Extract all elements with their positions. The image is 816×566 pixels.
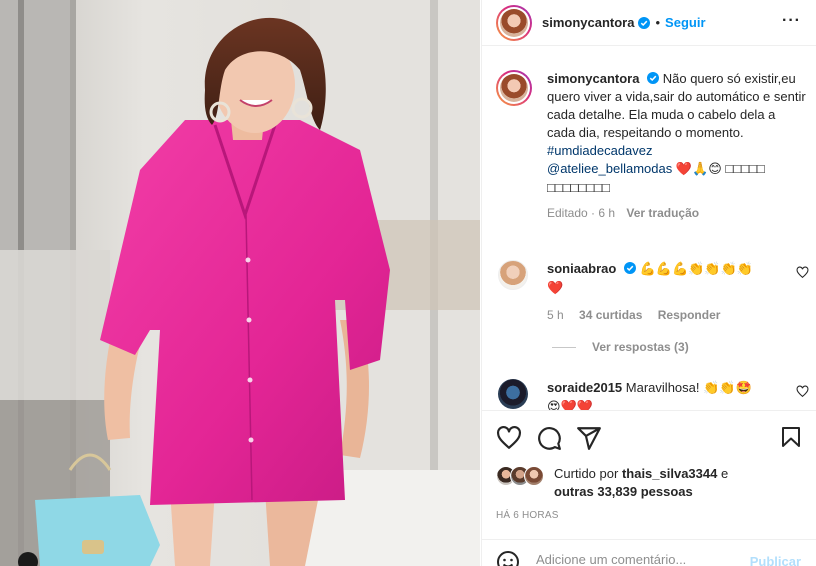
comment-time: 5 h — [547, 308, 564, 322]
likes-summary: Curtido por thais_silva3344 e outras 33,… — [496, 466, 806, 501]
follow-button[interactable]: Seguir — [665, 15, 705, 30]
add-comment-bar: Publicar — [482, 539, 816, 566]
caption-meta: Editado · 6 h Ver tradução — [547, 206, 806, 220]
comment-emojis-2: 😍❤️❤️ — [547, 400, 593, 410]
liker-username[interactable]: thais_silva3344 — [622, 466, 717, 481]
post-timestamp[interactable]: HÁ 6 HORAS — [496, 510, 559, 521]
likes-text: Curtido por thais_silva3344 e outras 33,… — [554, 465, 728, 501]
comment-text: soniaabrao 💪💪💪👏👏👏👏 ❤️ — [547, 260, 777, 298]
liker-avatar[interactable] — [524, 466, 544, 486]
heart-icon[interactable] — [496, 425, 522, 451]
caption: simonycantora Não quero só existir,eu qu… — [496, 70, 806, 220]
caption-username[interactable]: simonycantora — [547, 71, 639, 86]
author-username[interactable]: simonycantora — [542, 15, 634, 30]
action-icons — [496, 425, 616, 451]
comment-like-heart-icon[interactable] — [796, 266, 809, 279]
commenter-avatar[interactable] — [498, 260, 528, 290]
caption-hashtag[interactable]: #umdiadecadavez — [547, 143, 653, 158]
comment-item: soraide2015 Maravilhosa! 👏👏🤩 😍❤️❤️ — [496, 379, 811, 410]
likes-conj: e — [720, 466, 729, 481]
emoji-icon[interactable] — [496, 550, 520, 566]
comment-likes[interactable]: 34 curtidas — [579, 308, 642, 322]
author-avatar[interactable] — [496, 4, 532, 41]
reply-button[interactable]: Responder — [658, 308, 721, 322]
caption-text: simonycantora Não quero só existir,eu qu… — [547, 70, 806, 197]
bookmark-icon[interactable] — [779, 425, 803, 449]
comment-like-heart-icon[interactable] — [796, 385, 809, 398]
comment-username[interactable]: soniaabrao — [547, 261, 616, 276]
liker-avatars — [496, 466, 546, 488]
publish-button[interactable]: Publicar — [750, 554, 801, 566]
comment-body: Maravilhosa! — [625, 380, 700, 395]
view-replies-button[interactable]: Ver respostas (3) — [552, 340, 689, 354]
post-header: simonycantora • Seguir ··· — [482, 0, 816, 46]
verified-badge-icon — [623, 262, 636, 274]
caption-edited-time: Editado · 6 h — [547, 206, 616, 220]
comment-text: soraide2015 Maravilhosa! 👏👏🤩 😍❤️❤️ — [547, 379, 777, 410]
view-replies-label: Ver respostas (3) — [592, 340, 689, 354]
likes-prefix: Curtido por — [554, 466, 619, 481]
post-image-illustration — [0, 0, 480, 566]
verified-badge-icon — [638, 16, 651, 29]
post-photo[interactable] — [0, 0, 480, 566]
comment-input[interactable] — [536, 552, 756, 566]
caption-avatar[interactable] — [496, 70, 532, 106]
replies-divider — [552, 346, 576, 348]
comment-body: 💪💪💪👏👏👏👏 — [639, 262, 753, 277]
post-actions: Curtido por thais_silva3344 e outras 33,… — [482, 410, 816, 566]
comment-meta: 5 h 34 curtidas Responder — [547, 308, 811, 322]
comment-body-2: ❤️ — [547, 281, 564, 296]
caption-mention[interactable]: @ateliee_bellamodas — [547, 161, 672, 176]
more-options-icon[interactable]: ··· — [782, 13, 801, 29]
post-sidebar: simonycantora • Seguir ··· simonycantora… — [481, 0, 816, 566]
comment-icon[interactable] — [536, 425, 562, 451]
separator-dot: • — [655, 15, 661, 30]
comment-emojis: 👏👏🤩 — [703, 381, 752, 396]
verified-badge-icon — [647, 72, 660, 84]
translate-link[interactable]: Ver tradução — [626, 206, 699, 220]
comment-username[interactable]: soraide2015 — [547, 380, 622, 395]
share-icon[interactable] — [576, 425, 602, 451]
likes-others[interactable]: outras 33,839 pessoas — [554, 484, 693, 499]
commenter-avatar[interactable] — [498, 379, 528, 409]
comment-item: soniaabrao 💪💪💪👏👏👏👏 ❤️ 5 h 34 curtidas Re… — [496, 260, 811, 322]
caption-emojis: ❤️🙏😊 — [675, 162, 722, 177]
